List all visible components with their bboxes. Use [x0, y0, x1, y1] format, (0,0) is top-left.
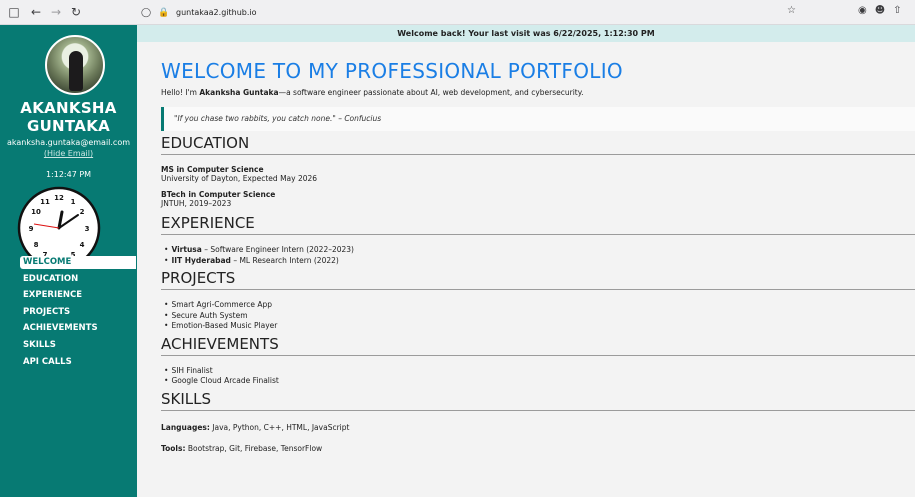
- degree-school: JNTUH, 2019–2023: [161, 199, 232, 208]
- profile-name: AKANKSHA GUNTAKA: [0, 99, 137, 135]
- degree-title: MS in Computer Science: [161, 165, 264, 174]
- projects-list: Smart Agri-Commerce App Secure Auth Syst…: [164, 300, 915, 332]
- hide-email-link[interactable]: (Hide Email): [0, 149, 137, 158]
- svg-text:3: 3: [85, 225, 90, 233]
- shield-icon: ◯: [140, 7, 152, 18]
- bookmark-star-icon[interactable]: ☆: [787, 5, 796, 16]
- tools-value: Bootstrap, Git, Firebase, TensorFlow: [185, 443, 323, 453]
- education-item: MS in Computer Science University of Day…: [161, 165, 915, 183]
- nav-item-education[interactable]: EDUCATION: [20, 273, 136, 290]
- profile-email: akanksha.guntaka@email.com: [6, 138, 131, 147]
- intro-post: —a software engineer passionate about AI…: [278, 88, 584, 97]
- pocket-icon[interactable]: ◉: [858, 5, 867, 16]
- projects-heading: PROJECTS: [161, 269, 915, 290]
- avatar: [45, 35, 105, 95]
- profile-name-first: AKANKSHA: [20, 99, 117, 117]
- experience-org: IIT Hyderabad: [171, 255, 231, 265]
- share-icon[interactable]: ⇧: [893, 5, 901, 16]
- degree-title: BTech in Computer Science: [161, 190, 276, 199]
- skills-heading: SKILLS: [161, 390, 915, 411]
- list-item: Virtusa – Software Engineer Intern (2022…: [164, 245, 915, 256]
- svg-text:12: 12: [54, 194, 64, 202]
- nav-item-welcome[interactable]: WELCOME: [20, 256, 136, 269]
- experience-heading: EXPERIENCE: [161, 214, 915, 235]
- page-title: WELCOME TO MY PROFESSIONAL PORTFOLIO: [161, 59, 623, 83]
- list-item: Smart Agri-Commerce App: [164, 300, 915, 311]
- profile-name-last: GUNTAKA: [26, 117, 111, 135]
- back-icon[interactable]: ←: [28, 5, 44, 19]
- intro-name: Akanksha Guntaka: [199, 88, 279, 97]
- intro-text: Hello! I'm Akanksha Guntaka—a software e…: [161, 88, 915, 97]
- experience-list: Virtusa – Software Engineer Intern (2022…: [164, 245, 915, 266]
- nav-item-skills[interactable]: SKILLS: [20, 339, 136, 356]
- list-item: SIH Finalist: [164, 366, 915, 377]
- education-heading: EDUCATION: [161, 134, 915, 155]
- skills-tools: Tools: Bootstrap, Git, Firebase, TensorF…: [161, 444, 915, 453]
- quote-block: "If you chase two rabbits, you catch non…: [161, 107, 915, 131]
- browser-toolbar: □ ← → ↻ ◯ 🔒 guntakaa2.github.io ☆ ◉ ☻ ⇧: [0, 0, 915, 25]
- account-icon[interactable]: ☻: [875, 5, 885, 16]
- nav-item-projects[interactable]: PROJECTS: [20, 306, 136, 323]
- nav-item-experience[interactable]: EXPERIENCE: [20, 289, 136, 306]
- svg-text:2: 2: [80, 208, 85, 216]
- list-item: IIT Hyderabad – ML Research Intern (2022…: [164, 256, 915, 267]
- nav-item-achievements[interactable]: ACHIEVEMENTS: [20, 322, 136, 339]
- list-item: Google Cloud Arcade Finalist: [164, 376, 915, 387]
- achievements-heading: ACHIEVEMENTS: [161, 335, 915, 356]
- svg-text:4: 4: [80, 241, 85, 249]
- sidebar: AKANKSHA GUNTAKA akanksha.guntaka@email.…: [0, 25, 137, 497]
- experience-role: – Software Engineer Intern (2022–2023): [201, 245, 354, 254]
- svg-text:9: 9: [29, 225, 34, 233]
- url-bar[interactable]: ◯ 🔒 guntakaa2.github.io ☆: [138, 3, 804, 22]
- experience-role: – ML Research Intern (2022): [230, 255, 339, 265]
- svg-text:10: 10: [31, 208, 41, 216]
- list-item: Emotion-Based Music Player: [164, 321, 915, 332]
- reload-icon[interactable]: ↻: [68, 5, 84, 19]
- svg-text:1: 1: [71, 198, 76, 206]
- url-text[interactable]: guntakaa2.github.io: [176, 8, 257, 17]
- intro-pre: Hello! I'm: [161, 88, 200, 97]
- sidebar-toggle-icon[interactable]: □: [6, 5, 22, 19]
- welcome-banner: Welcome back! Your last visit was 6/22/2…: [137, 25, 915, 42]
- main-content: Welcome back! Your last visit was 6/22/2…: [137, 25, 915, 497]
- achievements-list: SIH Finalist Google Cloud Arcade Finalis…: [164, 366, 915, 387]
- forward-icon[interactable]: →: [48, 5, 64, 19]
- current-time: 1:12:47 PM: [45, 170, 92, 179]
- degree-school: University of Dayton, Expected May 2026: [161, 174, 318, 183]
- lock-icon: 🔒: [158, 7, 170, 18]
- languages-value: Java, Python, C++, HTML, JavaScript: [209, 422, 350, 432]
- nav-item-api-calls[interactable]: API CALLS: [20, 356, 136, 373]
- languages-label: Languages:: [161, 422, 210, 432]
- list-item: Secure Auth System: [164, 311, 915, 322]
- sidebar-nav: WELCOME EDUCATION EXPERIENCE PROJECTS AC…: [20, 256, 136, 372]
- svg-text:11: 11: [40, 198, 50, 206]
- education-item: BTech in Computer Science JNTUH, 2019–20…: [161, 190, 915, 208]
- svg-text:8: 8: [34, 241, 39, 249]
- tools-label: Tools:: [161, 443, 186, 453]
- experience-org: Virtusa: [171, 245, 202, 254]
- skills-languages: Languages: Java, Python, C++, HTML, Java…: [161, 423, 915, 432]
